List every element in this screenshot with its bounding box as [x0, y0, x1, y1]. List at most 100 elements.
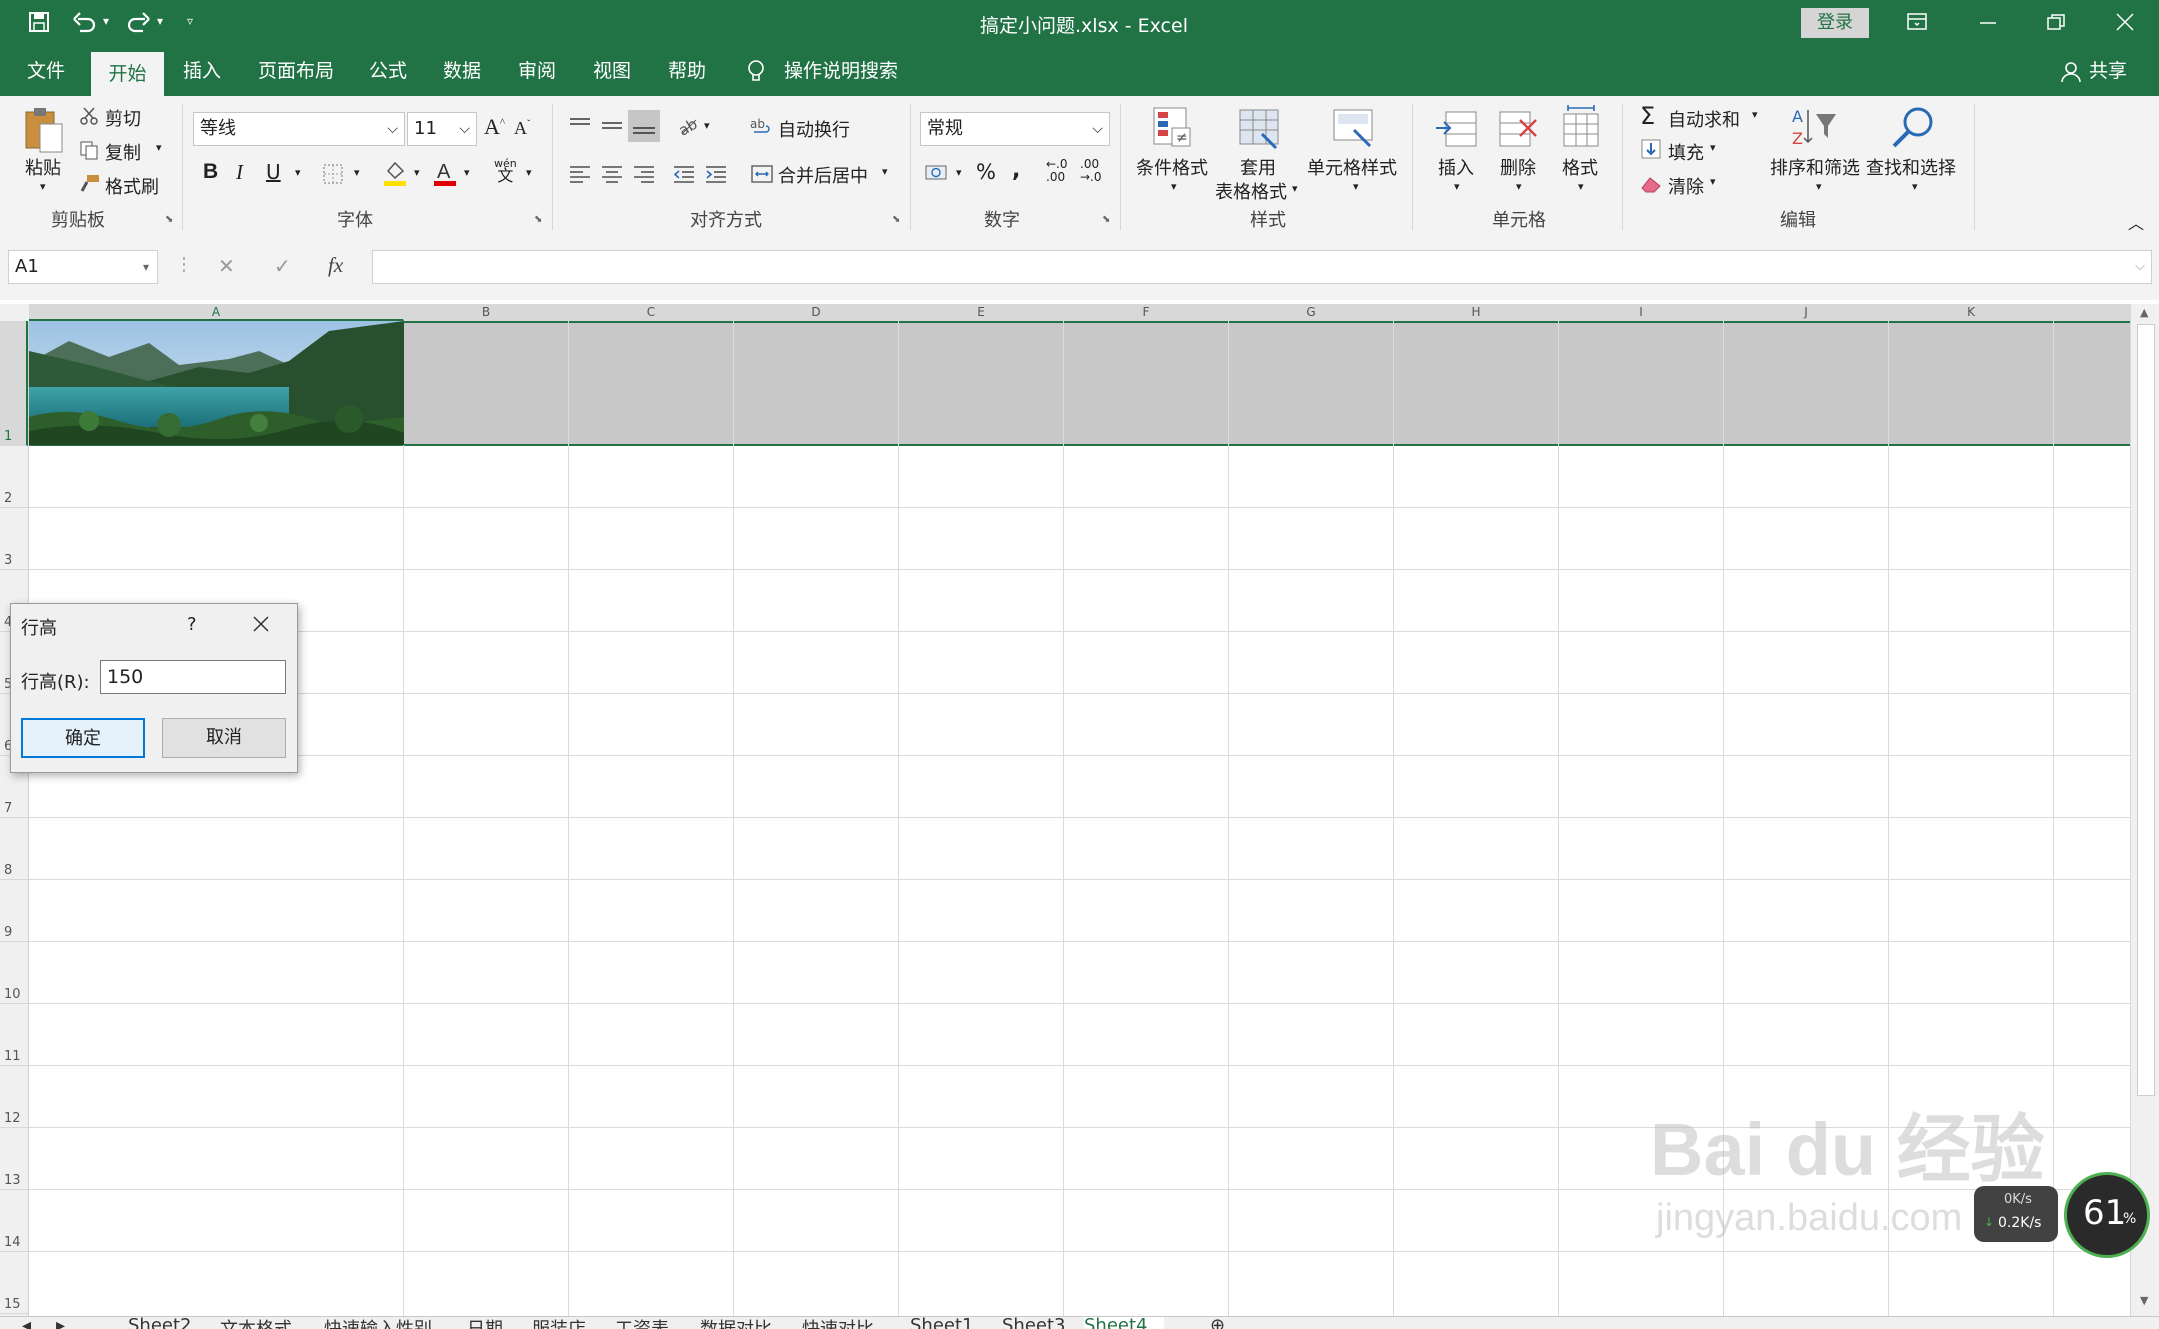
row-header[interactable]: 14	[0, 1190, 28, 1252]
column-header[interactable]: J	[1724, 304, 1889, 321]
sheet-tab[interactable]: 服装店	[532, 1317, 586, 1329]
close-window-icon[interactable]	[2114, 12, 2136, 32]
paste-icon[interactable]	[22, 106, 66, 156]
sort-dropdown-icon[interactable]: ▾	[1816, 180, 1822, 193]
font-name-select[interactable]: 等线 ⌵	[193, 112, 405, 146]
add-sheet-icon[interactable]: ⊕	[1210, 1317, 1225, 1329]
sheet-tab[interactable]: 数据对比	[700, 1317, 772, 1329]
sheet-tab-active[interactable]: Sheet4	[1084, 1317, 1164, 1329]
row-header[interactable]: 9	[0, 880, 28, 942]
phonetic-dropdown-icon[interactable]: ▾	[526, 166, 532, 179]
borders-icon[interactable]	[322, 163, 344, 185]
bold-icon[interactable]: B	[203, 160, 218, 184]
tell-me-search[interactable]: 操作说明搜索	[784, 47, 904, 96]
column-header[interactable]: C	[569, 304, 734, 321]
scroll-down-icon[interactable]: ▼	[2140, 1294, 2148, 1307]
increase-decimal-icon[interactable]: ←.0.00	[1046, 158, 1068, 184]
underline-icon[interactable]: U	[266, 160, 281, 184]
align-middle-icon[interactable]	[600, 115, 624, 137]
row-header[interactable]: 13	[0, 1128, 28, 1190]
increase-font-size-icon[interactable]: A^	[484, 114, 505, 140]
enter-icon[interactable]: ✓	[274, 254, 291, 278]
row-header[interactable]: 8	[0, 818, 28, 880]
next-sheet-icon[interactable]: ▸	[56, 1317, 65, 1329]
format-painter-button[interactable]: 格式刷	[105, 173, 159, 199]
share-button[interactable]: 共享	[2088, 47, 2128, 96]
landscape-picture[interactable]	[29, 321, 404, 445]
sheet-tab[interactable]: 工资表	[615, 1317, 669, 1329]
format-dropdown-icon[interactable]: ▾	[1578, 180, 1584, 193]
share-icon[interactable]	[2060, 61, 2082, 83]
alignment-launcher-icon[interactable]: ⬊	[892, 214, 900, 225]
cell-styles-dropdown-icon[interactable]: ▾	[1353, 180, 1359, 193]
fill-button[interactable]: 填充	[1668, 139, 1704, 165]
column-header[interactable]: K	[1889, 304, 2054, 321]
comma-style-icon[interactable]: ,	[1012, 158, 1020, 183]
sheet-tab[interactable]: Sheet1	[910, 1317, 974, 1329]
redo-dropdown-icon[interactable]: ▾	[157, 14, 163, 28]
tab-file[interactable]: 文件	[18, 47, 74, 96]
insert-cells-button[interactable]: 插入	[1438, 154, 1474, 180]
fill-color-dropdown-icon[interactable]: ▾	[414, 166, 420, 179]
restore-icon[interactable]	[2045, 12, 2067, 32]
sheet-tab[interactable]: Sheet3	[1002, 1317, 1066, 1329]
number-launcher-icon[interactable]: ⬊	[1102, 214, 1110, 225]
row-header[interactable]: 11	[0, 1004, 28, 1066]
tab-insert[interactable]: 插入	[172, 47, 232, 96]
row-height-input[interactable]: 150	[100, 660, 286, 694]
decrease-indent-icon[interactable]	[672, 164, 696, 186]
align-center-icon[interactable]	[600, 164, 624, 186]
borders-dropdown-icon[interactable]: ▾	[354, 166, 360, 179]
font-launcher-icon[interactable]: ⬊	[534, 214, 542, 225]
paste-dropdown-icon[interactable]: ▾	[40, 180, 46, 193]
row-header[interactable]: 3	[0, 508, 28, 570]
column-header[interactable]: F	[1064, 304, 1229, 321]
row-header[interactable]: 2	[0, 446, 28, 508]
undo-dropdown-icon[interactable]: ▾	[103, 14, 109, 28]
merge-center-button[interactable]: 合并后居中	[778, 162, 868, 188]
insert-function-icon[interactable]: fx	[328, 253, 343, 278]
format-cells-button[interactable]: 格式	[1562, 154, 1598, 180]
phonetic-guide-icon[interactable]: wén 文	[494, 158, 517, 184]
sheet-tab[interactable]: Sheet2	[128, 1317, 192, 1329]
row-header[interactable]: 1	[0, 321, 28, 446]
undo-icon[interactable]	[72, 11, 98, 33]
column-header[interactable]: H	[1394, 304, 1559, 321]
cut-button[interactable]: 剪切	[105, 105, 141, 131]
font-color-icon[interactable]: A	[432, 159, 458, 187]
italic-icon[interactable]: I	[236, 160, 243, 185]
copy-dropdown-icon[interactable]: ▾	[156, 141, 162, 154]
collapse-ribbon-icon[interactable]: ︿	[2128, 210, 2144, 234]
previous-sheet-icon[interactable]: ◂	[22, 1317, 31, 1329]
copy-button[interactable]: 复制	[105, 139, 141, 165]
merge-dropdown-icon[interactable]: ▾	[882, 165, 888, 178]
delete-cells-button[interactable]: 删除	[1500, 154, 1536, 180]
scrollbar-thumb[interactable]	[2137, 324, 2155, 1096]
cell-grid[interactable]	[29, 321, 2130, 1316]
tab-review[interactable]: 审阅	[507, 47, 567, 96]
find-dropdown-icon[interactable]: ▾	[1912, 180, 1918, 193]
sheet-tab[interactable]: 快速输入性别	[324, 1317, 432, 1329]
align-bottom-icon[interactable]	[628, 110, 660, 142]
sort-filter-button[interactable]: 排序和筛选	[1770, 154, 1860, 180]
conditional-dropdown-icon[interactable]: ▾	[1171, 180, 1177, 193]
customize-qat-icon[interactable]: ▿	[187, 14, 193, 28]
orientation-icon[interactable]: ab	[676, 114, 702, 138]
clear-button[interactable]: 清除	[1668, 173, 1704, 199]
accounting-dropdown-icon[interactable]: ▾	[956, 166, 962, 179]
delete-dropdown-icon[interactable]: ▾	[1516, 180, 1522, 193]
find-select-button[interactable]: 查找和选择	[1866, 154, 1956, 180]
paste-label[interactable]: 粘贴	[25, 154, 61, 180]
ribbon-display-options-icon[interactable]	[1906, 12, 1928, 32]
row-header[interactable]: 12	[0, 1066, 28, 1128]
save-icon[interactable]	[28, 11, 50, 33]
row-header[interactable]: 15	[0, 1252, 28, 1314]
format-table-dropdown-icon[interactable]: ▾	[1292, 182, 1298, 195]
percent-style-icon[interactable]: %	[976, 160, 996, 184]
scroll-up-icon[interactable]: ▲	[2140, 306, 2148, 319]
increase-indent-icon[interactable]	[704, 164, 728, 186]
row-header[interactable]: 10	[0, 942, 28, 1004]
column-header[interactable]: A	[29, 304, 404, 321]
formula-input[interactable]: ⌵	[372, 250, 2152, 284]
ok-button[interactable]: 确定	[21, 718, 145, 758]
